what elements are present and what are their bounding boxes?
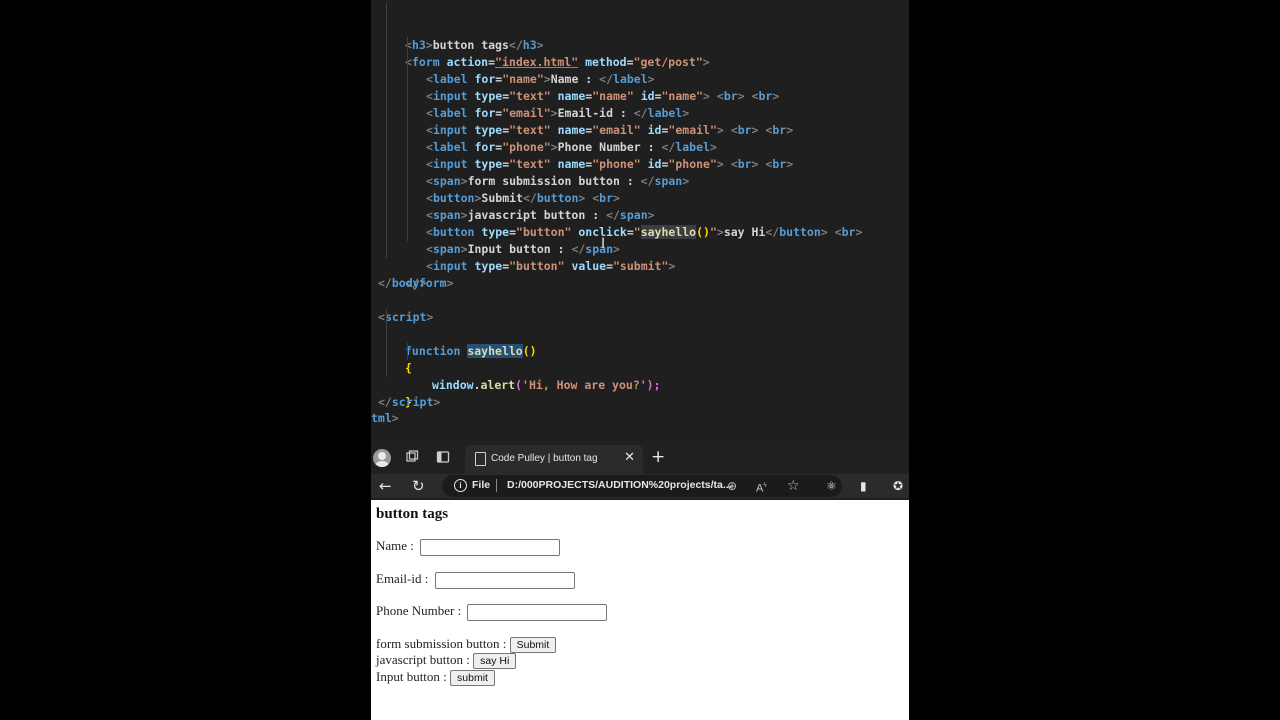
code-line: <span>form submission button : </span> bbox=[371, 139, 689, 188]
name-row: Name : bbox=[376, 538, 561, 556]
input-submit-button[interactable]: submit bbox=[450, 670, 495, 687]
back-arrow-icon[interactable]: ← bbox=[379, 477, 392, 495]
code-line: <label for="name">Name : </label> bbox=[371, 37, 655, 86]
code-line: <span>javascript button : </span> bbox=[371, 173, 655, 222]
code-line: <script> bbox=[378, 310, 434, 324]
code-line: </body> bbox=[378, 276, 427, 290]
new-tab-icon[interactable]: + bbox=[651, 448, 665, 466]
code-line: window.alert('Hi, How are you?'); bbox=[371, 343, 661, 392]
close-tab-icon[interactable]: ✕ bbox=[624, 450, 635, 465]
email-label: Email-id : bbox=[376, 571, 429, 586]
code-line: } bbox=[371, 360, 413, 409]
code-line: <input type="text" name="name" id="name"… bbox=[371, 54, 779, 103]
email-row: Email-id : bbox=[376, 571, 575, 589]
page-heading: button tags bbox=[376, 506, 449, 522]
browser-address-bar: ← ↻ i File D:/000PROJECTS/AUDITION%20pro… bbox=[371, 474, 909, 498]
code-line: <input type="button" value="submit"> bbox=[371, 224, 675, 273]
phone-row: Phone Number : bbox=[376, 603, 608, 621]
code-line: <span>Input button : </span> bbox=[371, 207, 620, 256]
form-submission-row: form submission button : Submit bbox=[376, 636, 557, 654]
favorite-star-icon[interactable]: ☆ bbox=[787, 478, 800, 494]
refresh-icon[interactable]: ↻ bbox=[412, 477, 425, 495]
phone-label: Phone Number : bbox=[376, 603, 462, 618]
reading-view-icon[interactable]: ▮ bbox=[860, 478, 867, 494]
text-cursor-icon: I bbox=[601, 236, 606, 252]
code-line: </script> bbox=[378, 395, 441, 409]
email-input[interactable] bbox=[434, 571, 575, 589]
url-field[interactable]: i File D:/000PROJECTS/AUDITION%20project… bbox=[442, 475, 842, 497]
browser-tab-bar: Code Pulley | button tag ✕ + bbox=[371, 442, 909, 474]
code-editor[interactable]: <h3>button tags</h3> <form action="index… bbox=[371, 0, 909, 440]
code-line: <label for="email">Email-id : </label> bbox=[371, 71, 689, 120]
profile-avatar[interactable] bbox=[373, 449, 391, 467]
code-line: <form action="index.html" method="get/po… bbox=[371, 20, 710, 69]
url-divider bbox=[496, 479, 497, 492]
rendered-web-page: button tags Name : Email-id : Phone Numb… bbox=[371, 500, 909, 720]
file-label: File bbox=[472, 479, 491, 491]
browser-tab-active[interactable]: Code Pulley | button tag ✕ bbox=[465, 445, 643, 474]
code-line: function sayhello() bbox=[371, 309, 537, 358]
code-line: <label for="phone">Phone Number : </labe… bbox=[371, 105, 717, 154]
name-label: Name : bbox=[376, 538, 414, 553]
phone-input[interactable] bbox=[467, 603, 608, 621]
say-hi-button[interactable]: say Hi bbox=[473, 653, 517, 670]
code-line: <h3>button tags</h3> bbox=[371, 3, 544, 52]
javascript-label: javascript button : bbox=[376, 652, 470, 667]
tab-title: Code Pulley | button tag bbox=[491, 453, 598, 464]
code-line: <button type="button" onclick="sayhello(… bbox=[371, 190, 862, 239]
submit-button[interactable]: Submit bbox=[509, 637, 557, 654]
code-line: { bbox=[371, 326, 413, 375]
input-button-label: Input button : bbox=[376, 669, 447, 684]
code-line: tml> bbox=[371, 411, 399, 425]
form-submission-label: form submission button : bbox=[376, 636, 507, 651]
input-button-row: Input button : submit bbox=[376, 669, 495, 687]
workspaces-icon[interactable] bbox=[404, 450, 420, 466]
code-line: <input type="text" name="email" id="emai… bbox=[371, 88, 793, 137]
code-line: <button>Submit</button> <br> bbox=[371, 156, 620, 205]
code-line: </form> bbox=[371, 241, 454, 290]
url-text[interactable]: D:/000PROJECTS/AUDITION%20projects/ta... bbox=[507, 479, 732, 491]
code-line: <input type="text" name="phone" id="phon… bbox=[371, 122, 793, 171]
read-aloud-icon[interactable]: Aϟ bbox=[756, 478, 767, 497]
page-icon bbox=[475, 452, 486, 466]
tab-actions-icon[interactable] bbox=[435, 450, 451, 466]
name-input[interactable] bbox=[420, 538, 561, 556]
screen: <h3>button tags</h3> <form action="index… bbox=[371, 0, 909, 720]
javascript-row: javascript button : say Hi bbox=[376, 652, 517, 670]
extensions-puzzle-icon[interactable]: ✪ bbox=[893, 478, 903, 494]
info-icon[interactable]: i bbox=[454, 479, 467, 492]
extension-icon[interactable]: ⚛ bbox=[826, 478, 837, 494]
zoom-icon[interactable]: ⊕ bbox=[727, 478, 737, 494]
